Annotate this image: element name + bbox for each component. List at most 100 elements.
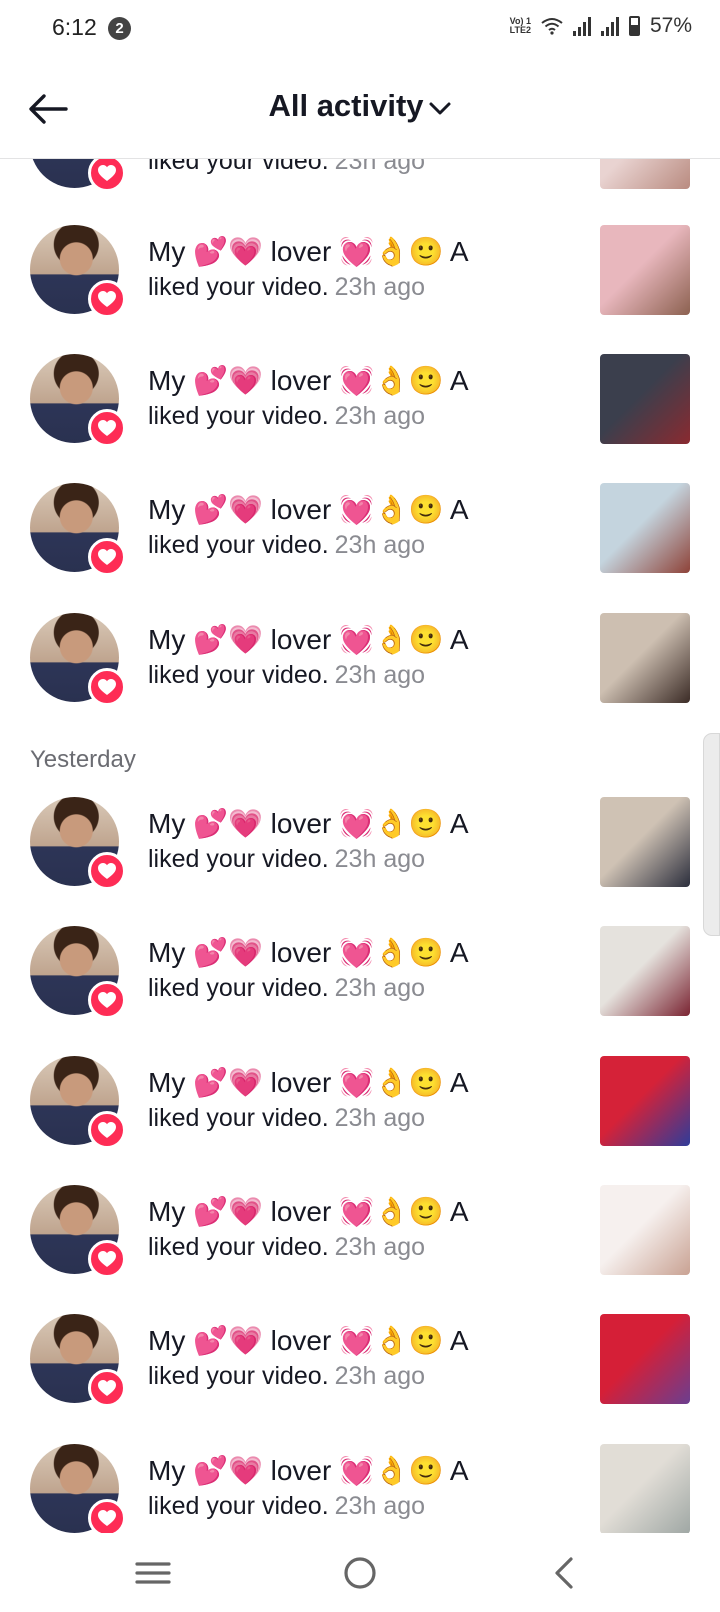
user-name[interactable]: My 💕💗 lover 💓👌🙂 A xyxy=(148,807,469,840)
video-thumbnail[interactable] xyxy=(600,1185,690,1275)
heart-icon xyxy=(98,420,116,436)
signal-icon-sim2 xyxy=(600,16,619,36)
section-label-yesterday: Yesterday xyxy=(30,746,136,773)
heart-icon xyxy=(98,1380,116,1396)
page-title: All activity xyxy=(268,88,424,123)
activity-time: 23h ago xyxy=(334,845,426,873)
heart-icon xyxy=(98,165,116,181)
user-name[interactable]: My 💕💗 lover 💓👌🙂 A xyxy=(148,364,469,397)
signal-icon-sim1 xyxy=(572,16,591,36)
activity-action: liked your video. xyxy=(148,845,329,873)
activity-text: liked your video. 23h ago xyxy=(148,974,425,1003)
like-badge xyxy=(88,1240,126,1278)
activity-item[interactable]: My 💕💗 lover 💓👌🙂 A liked your video.23h ag… xyxy=(0,1056,720,1189)
heart-icon xyxy=(98,863,116,879)
notification-count-badge: 2 xyxy=(108,17,131,40)
activity-text: liked your video. 23h ago xyxy=(148,661,425,690)
user-name[interactable]: My 💕💗 lover 💓👌🙂 A xyxy=(148,936,469,969)
user-name[interactable]: My 💕💗 lover 💓👌🙂 A xyxy=(148,1454,469,1487)
menu-icon xyxy=(135,1562,171,1584)
activity-action: liked your video. xyxy=(148,1492,329,1520)
activity-time: 23h ago xyxy=(334,974,426,1002)
video-thumbnail[interactable] xyxy=(600,225,690,315)
video-thumbnail[interactable] xyxy=(600,613,690,703)
activity-text: liked your video. 23h ago xyxy=(148,531,425,560)
recent-apps-button[interactable] xyxy=(129,1552,179,1594)
home-circle-icon xyxy=(344,1557,376,1589)
chevron-left-icon xyxy=(555,1557,573,1589)
activity-action: liked your video. xyxy=(148,661,329,689)
activity-time: 23h ago xyxy=(334,661,426,689)
video-thumbnail[interactable] xyxy=(600,1444,690,1533)
activity-time: 23h ago xyxy=(334,159,426,175)
activity-text: liked your video. 23h ago xyxy=(148,159,425,176)
activity-action: liked your video. xyxy=(148,159,329,175)
activity-item[interactable]: My 💕💗 lover 💓👌🙂 Aliked your video.23h ag… xyxy=(0,159,720,232)
activity-time: 23h ago xyxy=(334,1492,426,1520)
activity-action: liked your video. xyxy=(148,531,329,559)
like-badge xyxy=(88,668,126,706)
like-badge xyxy=(88,280,126,318)
system-back-button[interactable] xyxy=(541,1552,591,1594)
activity-time: 23h ago xyxy=(334,531,426,559)
heart-icon xyxy=(98,1510,116,1526)
status-icons: Vo) 1 LTE2 57% xyxy=(510,14,692,38)
volte-indicator: Vo) 1 LTE2 xyxy=(510,17,531,35)
heart-icon xyxy=(98,549,116,565)
activity-text: liked your video. 23h ago xyxy=(148,1492,425,1521)
system-navigation-bar xyxy=(0,1534,720,1612)
activity-text: liked your video. 23h ago xyxy=(148,845,425,874)
user-name[interactable]: My 💕💗 lover 💓👌🙂 A xyxy=(148,1066,469,1099)
heart-icon xyxy=(98,992,116,1008)
chevron-down-icon xyxy=(429,102,451,115)
user-name[interactable]: My 💕💗 lover 💓👌🙂 A xyxy=(148,1195,469,1228)
user-name[interactable]: My 💕💗 lover 💓👌🙂 A xyxy=(148,623,469,656)
video-thumbnail[interactable] xyxy=(600,926,690,1016)
activity-item[interactable]: My 💕💗 lover 💓👌🙂 A liked your video.23h ag… xyxy=(0,1314,720,1447)
activity-item[interactable]: My 💕💗 lover 💓👌🙂 A liked your video.23h ag… xyxy=(0,797,720,930)
like-badge xyxy=(88,538,126,576)
like-badge xyxy=(88,852,126,890)
activity-item[interactable]: My 💕💗 lover 💓👌🙂 Aliked your video.23h ag… xyxy=(0,1185,720,1318)
activity-item[interactable]: My 💕💗 lover 💓👌🙂 A liked your video.23h ag… xyxy=(0,1444,720,1533)
heart-icon xyxy=(98,1251,116,1267)
like-badge xyxy=(88,1111,126,1149)
status-bar: 6:12 2 Vo) 1 LTE2 57% xyxy=(0,0,720,60)
activity-action: liked your video. xyxy=(148,1362,329,1390)
activity-text: liked your video. 23h ago xyxy=(148,1362,425,1391)
activity-text: liked your video. 23h ago xyxy=(148,402,425,431)
video-thumbnail[interactable] xyxy=(600,1056,690,1146)
user-name[interactable]: My 💕💗 lover 💓👌🙂 A xyxy=(148,235,469,268)
like-badge xyxy=(88,159,126,192)
volte-line2: LTE2 xyxy=(509,25,531,35)
video-thumbnail[interactable] xyxy=(600,1314,690,1404)
video-thumbnail[interactable] xyxy=(600,159,690,189)
battery-icon xyxy=(628,16,640,36)
activity-list: My 💕💗 lover 💓👌🙂 Aliked your video.23h ag… xyxy=(0,159,720,1533)
activity-text: liked your video. 23h ago xyxy=(148,273,425,302)
activity-time: 23h ago xyxy=(334,402,426,430)
home-button[interactable] xyxy=(335,1552,385,1594)
video-thumbnail[interactable] xyxy=(600,354,690,444)
activity-action: liked your video. xyxy=(148,974,329,1002)
activity-item[interactable]: My 💕💗 lover 💓👌🙂 A liked your video.23h ag… xyxy=(0,483,720,616)
scrollbar[interactable] xyxy=(703,733,720,936)
activity-action: liked your video. xyxy=(148,1233,329,1261)
heart-icon xyxy=(98,679,116,695)
activity-filter-dropdown[interactable]: All activity xyxy=(0,88,720,124)
user-name[interactable]: My 💕💗 lover 💓👌🙂 A xyxy=(148,1324,469,1357)
activity-time: 23h ago xyxy=(334,1362,426,1390)
user-name[interactable]: My 💕💗 lover 💓👌🙂 A xyxy=(148,493,469,526)
like-badge xyxy=(88,981,126,1019)
activity-item[interactable]: My 💕💗 lover 💓👌🙂 A liked your video.23h ag… xyxy=(0,225,720,358)
like-badge xyxy=(88,1499,126,1533)
activity-item[interactable]: My 💕💗 lover 💓👌🙂 A liked your video.23h ag… xyxy=(0,354,720,487)
activity-item[interactable]: My 💕💗 lover 💓👌🙂 A liked your video.23h ag… xyxy=(0,926,720,1059)
video-thumbnail[interactable] xyxy=(600,483,690,573)
like-badge xyxy=(88,1369,126,1407)
activity-action: liked your video. xyxy=(148,402,329,430)
heart-icon xyxy=(98,291,116,307)
activity-text: liked your video. 23h ago xyxy=(148,1104,425,1133)
video-thumbnail[interactable] xyxy=(600,797,690,887)
activity-item[interactable]: My 💕💗 lover 💓👌🙂 A liked your video.23h ag… xyxy=(0,613,720,746)
